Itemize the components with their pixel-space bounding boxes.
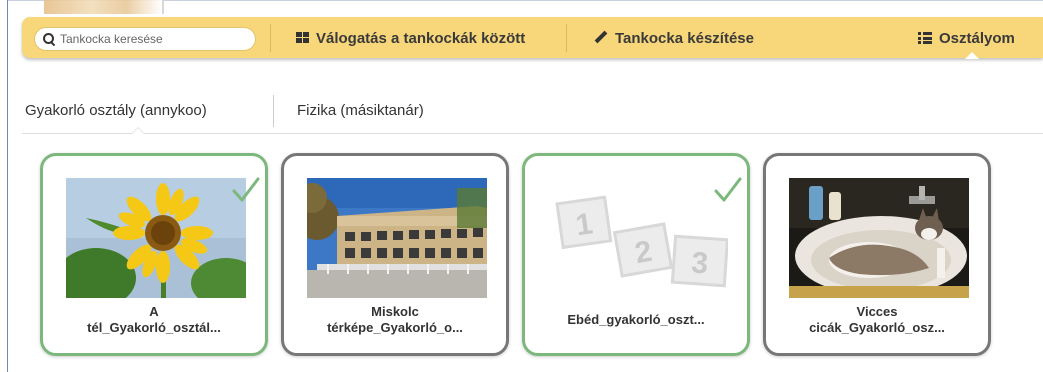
- tankocka-card[interactable]: Vicces cicák_Gyakorló_osz...: [763, 153, 991, 356]
- search-input[interactable]: [60, 32, 240, 46]
- list-icon: [918, 32, 932, 44]
- navbar-divider: [566, 24, 567, 52]
- tankocka-card[interactable]: Miskolc térképe_Gyakorló_o...: [281, 153, 509, 356]
- card-title: Vicces cicák_Gyakorló_osz...: [770, 304, 984, 336]
- numbered-cards-placeholder-thumbnail: 1 2 3: [548, 178, 728, 298]
- nav-browse-label: Válogatás a tankockák között: [316, 29, 526, 47]
- tab-gyakorlo-osztaly[interactable]: Gyakorló osztály (annykoo): [25, 102, 207, 119]
- nav-browse-tankockas[interactable]: Válogatás a tankockák között: [296, 26, 525, 50]
- grid-icon: [296, 32, 309, 44]
- card-title-line2: térképe_Gyakorló_o...: [327, 320, 463, 335]
- search-icon: [43, 33, 55, 45]
- tankocka-card[interactable]: 1 2 3 Ebéd_gyakorló_oszt...: [522, 153, 750, 356]
- card-title-line1: Ebéd_gyakorló_oszt...: [567, 312, 705, 327]
- nav-my-class[interactable]: Osztályom: [918, 26, 1015, 50]
- card-title-line1: Miskolc: [371, 304, 419, 319]
- card-title-line1: Vicces: [856, 304, 898, 319]
- navbar-divider: [270, 24, 271, 52]
- card-title: Miskolc térképe_Gyakorló_o...: [288, 304, 502, 336]
- pencil-icon: [594, 31, 608, 45]
- nav-create-tankocka[interactable]: Tankocka készítése: [594, 26, 754, 50]
- completed-check-icon: [232, 177, 260, 202]
- tab-divider: [273, 95, 274, 127]
- header-background-image: [44, 0, 162, 14]
- svg-text:3: 3: [690, 246, 709, 280]
- search-box[interactable]: [34, 27, 256, 51]
- tankocka-card[interactable]: A tél_Gyakorló_osztál...: [40, 153, 268, 356]
- tab-fizika[interactable]: Fizika (másiktanár): [297, 102, 424, 119]
- header-background-edge: [162, 0, 164, 14]
- nav-my-class-label: Osztályom: [939, 29, 1015, 47]
- tabs-underline: [22, 133, 1043, 134]
- window-left-border: [7, 0, 8, 372]
- active-tab-indicator-inner: [132, 128, 144, 134]
- completed-check-icon: [714, 177, 742, 202]
- card-title: Ebéd_gyakorló_oszt...: [529, 312, 743, 328]
- active-nav-indicator: [965, 52, 979, 59]
- card-title: A tél_Gyakorló_osztál...: [47, 304, 261, 336]
- nav-create-label: Tankocka készítése: [615, 29, 754, 47]
- sunflower-thumbnail: [66, 178, 246, 298]
- card-title-line2: tél_Gyakorló_osztál...: [87, 320, 221, 335]
- school-building-thumbnail: [307, 178, 487, 298]
- card-title-line2: cicák_Gyakorló_osz...: [809, 320, 945, 335]
- card-title-line1: A: [149, 304, 159, 319]
- cat-in-sink-thumbnail: [789, 178, 969, 298]
